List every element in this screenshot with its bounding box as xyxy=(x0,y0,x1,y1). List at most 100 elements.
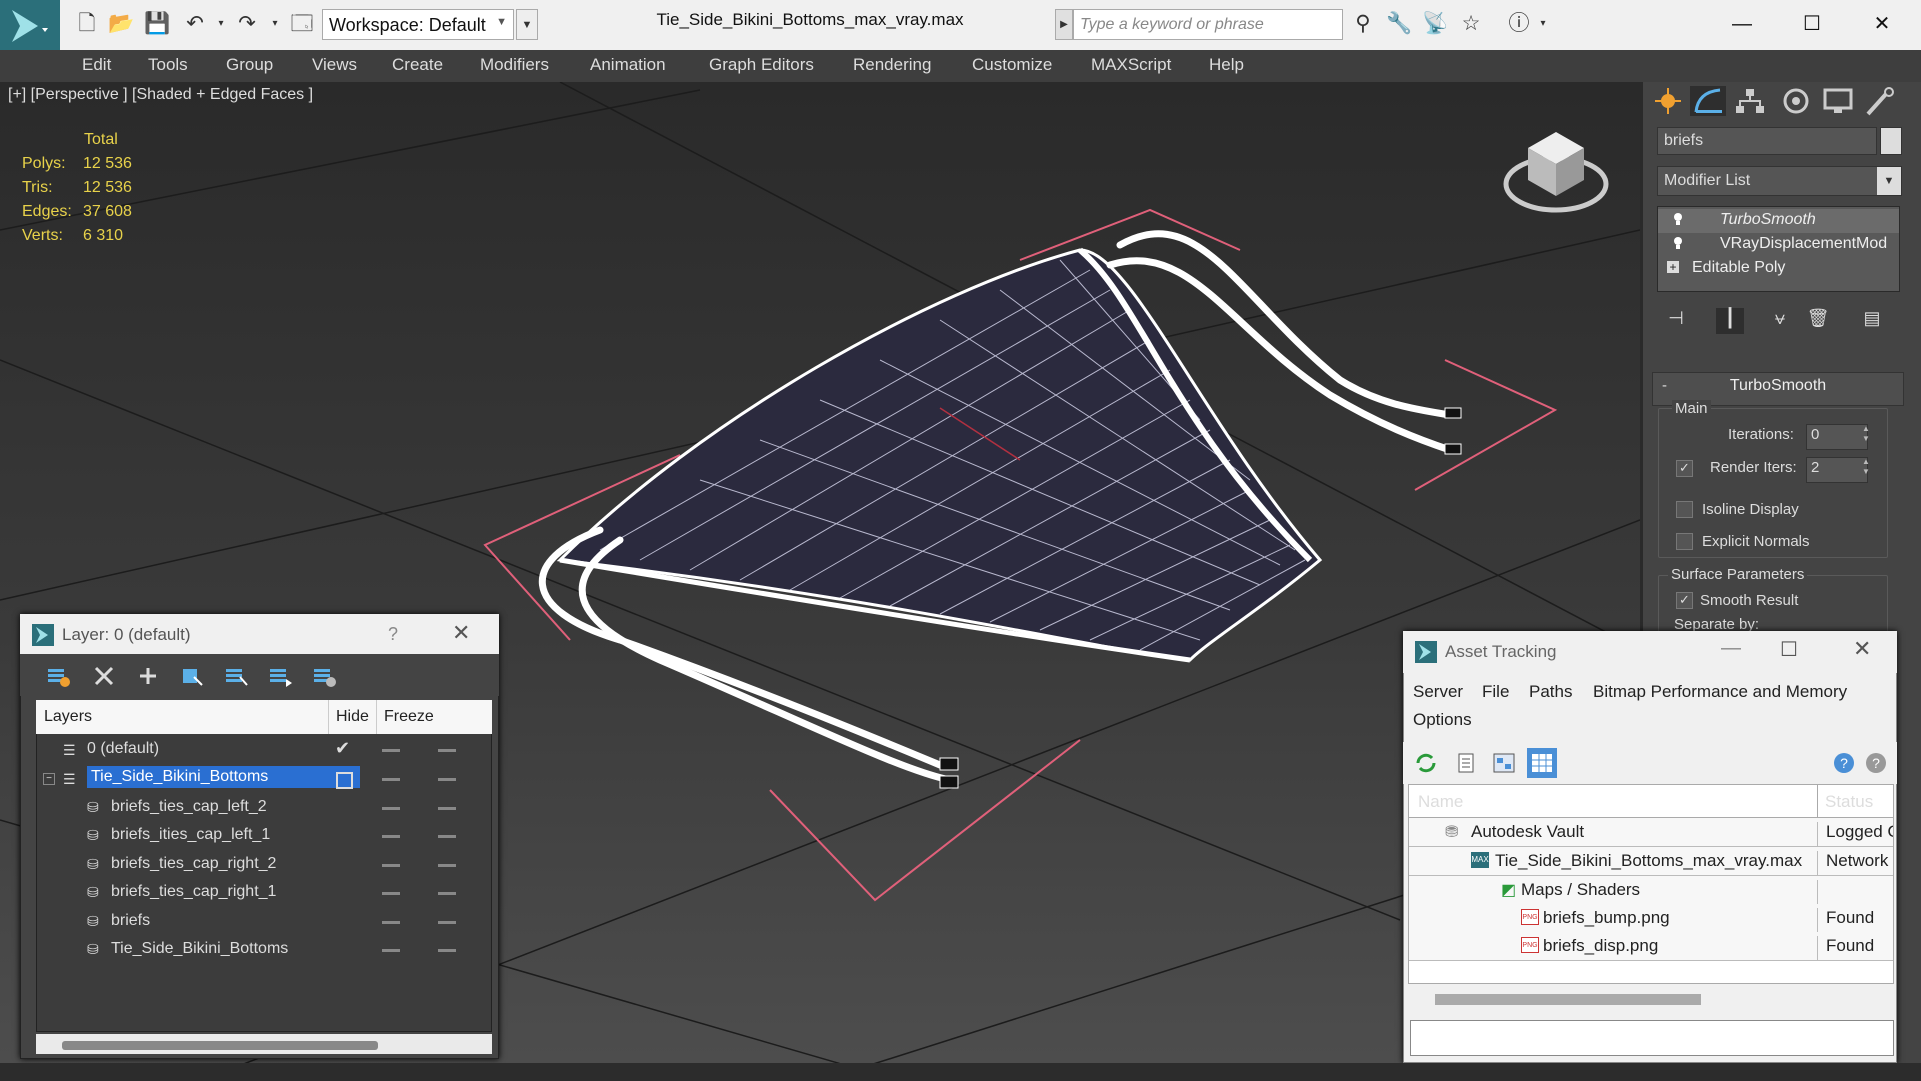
minimize-icon[interactable]: — xyxy=(1712,6,1772,42)
delete-layer-icon[interactable] xyxy=(90,663,118,689)
motion-tab-icon[interactable] xyxy=(1778,86,1814,116)
workspace-menu-icon[interactable]: ▼ xyxy=(516,9,538,40)
freeze-toggle[interactable] xyxy=(438,807,456,810)
create-layer-icon[interactable] xyxy=(44,663,72,689)
display-tab-icon[interactable] xyxy=(1820,86,1856,116)
layer-row[interactable]: ⛁ Tie_Side_Bikini_Bottoms xyxy=(37,936,491,964)
asset-row[interactable]: MAX Tie_Side_Bikini_Bottoms_max_vray.max… xyxy=(1409,847,1893,876)
asset-menu-options[interactable]: Options xyxy=(1413,710,1472,730)
project-folder-icon[interactable]: 🗔 xyxy=(289,11,315,37)
render-iters-spinner-arrows[interactable]: ▲ ▼ xyxy=(1860,457,1872,479)
layer-horizontal-scrollbar[interactable] xyxy=(36,1034,492,1054)
menu-views[interactable]: Views xyxy=(312,55,357,75)
close-icon[interactable]: ✕ xyxy=(452,620,470,646)
asset-menu-file[interactable]: File xyxy=(1482,682,1509,702)
hide-toggle[interactable] xyxy=(382,749,400,752)
search-expand-icon[interactable]: ▶ xyxy=(1055,9,1073,40)
render-iters-checkbox[interactable]: ✓ xyxy=(1676,460,1693,477)
menu-graph-editors[interactable]: Graph Editors xyxy=(709,55,814,75)
refresh-icon[interactable] xyxy=(1413,750,1439,776)
app-logo-icon[interactable] xyxy=(0,0,60,50)
utilities-tab-icon[interactable] xyxy=(1862,86,1898,116)
layer-row[interactable]: − ☰ Tie_Side_Bikini_Bottoms xyxy=(37,765,491,793)
asset-row[interactable]: PNG briefs_bump.png Found xyxy=(1409,904,1893,933)
column-header-name[interactable]: Name xyxy=(1418,792,1463,812)
viewcube[interactable] xyxy=(1503,132,1609,213)
close-icon[interactable]: ✕ xyxy=(1852,6,1912,42)
stack-item-vraydisplacementmod[interactable]: VRayDisplacementMod xyxy=(1658,233,1899,257)
asset-row[interactable]: ◩ Maps / Shaders xyxy=(1409,876,1893,905)
layer-settings-icon[interactable] xyxy=(310,663,338,689)
layer-row[interactable]: ☰ 0 (default) ✔ xyxy=(37,736,491,764)
menu-rendering[interactable]: Rendering xyxy=(853,55,931,75)
workspace-dropdown[interactable]: Workspace: Default ▼ xyxy=(322,9,514,40)
hide-toggle[interactable] xyxy=(382,921,400,924)
maximize-icon[interactable]: ☐ xyxy=(1780,637,1798,662)
collapse-minus-icon[interactable]: − xyxy=(43,773,55,785)
scrollbar-thumb[interactable] xyxy=(62,1041,378,1050)
freeze-toggle[interactable] xyxy=(438,949,456,952)
asset-row[interactable]: PNG briefs_disp.png Found xyxy=(1409,932,1893,961)
isoline-display-checkbox[interactable] xyxy=(1676,501,1693,518)
menu-help[interactable]: Help xyxy=(1209,55,1244,75)
menu-tools[interactable]: Tools xyxy=(148,55,188,75)
hide-toggle[interactable] xyxy=(382,807,400,810)
create-tab-icon[interactable] xyxy=(1650,86,1686,116)
add-to-layer-icon[interactable] xyxy=(134,663,162,689)
asset-tracking-titlebar[interactable]: Asset Tracking — ☐ ✕ xyxy=(1403,631,1897,673)
asset-horizontal-scrollbar[interactable] xyxy=(1409,986,1893,1010)
column-header-hide[interactable]: Hide xyxy=(336,708,369,726)
configure-modifier-sets-icon[interactable]: ▤ xyxy=(1858,308,1886,334)
redo-icon[interactable]: ↷ xyxy=(234,11,260,37)
freeze-toggle[interactable] xyxy=(438,892,456,895)
search-input[interactable]: Type a keyword or phrase xyxy=(1073,9,1343,40)
help-icon[interactable]: ? xyxy=(1831,750,1857,776)
hide-toggle[interactable] xyxy=(382,949,400,952)
viewport-label[interactable]: [+] [Perspective ] [Shaded + Edged Faces… xyxy=(8,86,313,104)
scrollbar-thumb[interactable] xyxy=(1435,994,1701,1005)
freeze-toggle[interactable] xyxy=(438,835,456,838)
layer-row[interactable]: ⛁ briefs_ities_cap_left_1 xyxy=(37,822,491,850)
stack-item-turbosmooth[interactable]: TurboSmooth xyxy=(1658,209,1899,233)
layer-row[interactable]: ⛁ briefs xyxy=(37,908,491,936)
column-header-freeze[interactable]: Freeze xyxy=(384,708,434,726)
layer-row[interactable]: ⛁ briefs_ties_cap_left_2 xyxy=(37,794,491,822)
thumbnail-view-icon[interactable] xyxy=(1491,750,1517,776)
make-unique-icon[interactable]: ⩝ xyxy=(1766,308,1794,334)
menu-create[interactable]: Create xyxy=(392,55,443,75)
menu-group[interactable]: Group xyxy=(226,55,273,75)
close-icon[interactable]: ✕ xyxy=(1853,636,1871,662)
list-view-icon[interactable] xyxy=(1453,750,1479,776)
menu-customize[interactable]: Customize xyxy=(972,55,1052,75)
context-help-icon[interactable]: ? xyxy=(1863,750,1889,776)
lightbulb-icon[interactable] xyxy=(1672,212,1684,226)
help-icon[interactable]: ? xyxy=(388,624,398,645)
object-name-field[interactable]: briefs xyxy=(1657,127,1877,155)
select-layer-icon[interactable] xyxy=(222,663,250,689)
menu-animation[interactable]: Animation xyxy=(590,55,666,75)
pin-stack-icon[interactable]: ⊣ xyxy=(1662,308,1690,334)
menu-maxscript[interactable]: MAXScript xyxy=(1091,55,1171,75)
remove-modifier-icon[interactable]: 🗑 xyxy=(1804,308,1832,334)
freeze-toggle[interactable] xyxy=(438,864,456,867)
asset-menu-paths[interactable]: Paths xyxy=(1529,682,1572,702)
expand-plus-icon[interactable]: + xyxy=(1667,261,1679,273)
asset-menu-bitmap-performance[interactable]: Bitmap Performance and Memory xyxy=(1593,682,1847,702)
undo-dropdown-icon[interactable]: ▾ xyxy=(208,11,234,37)
modifier-list-dropdown[interactable]: Modifier List ▼ xyxy=(1657,166,1902,196)
render-iters-input[interactable]: 2 xyxy=(1806,457,1868,483)
freeze-toggle[interactable] xyxy=(438,921,456,924)
save-icon[interactable]: 💾 xyxy=(144,11,170,37)
iterations-input[interactable]: 0 xyxy=(1806,424,1868,450)
key-tools-icon[interactable]: 🔧 xyxy=(1386,11,1412,37)
menu-edit[interactable]: Edit xyxy=(82,55,111,75)
stack-item-editable-poly[interactable]: + Editable Poly xyxy=(1658,257,1899,281)
lightbulb-icon[interactable] xyxy=(1672,236,1684,250)
table-view-icon[interactable] xyxy=(1527,748,1557,778)
show-end-result-icon[interactable]: ┃ xyxy=(1716,308,1744,334)
favorites-star-icon[interactable]: ☆ xyxy=(1458,11,1484,37)
set-current-box-icon[interactable] xyxy=(336,772,353,789)
asset-row[interactable]: ⛃ Autodesk Vault Logged O xyxy=(1409,818,1893,847)
help-icon[interactable]: ⓘ xyxy=(1506,11,1532,37)
freeze-toggle[interactable] xyxy=(438,749,456,752)
